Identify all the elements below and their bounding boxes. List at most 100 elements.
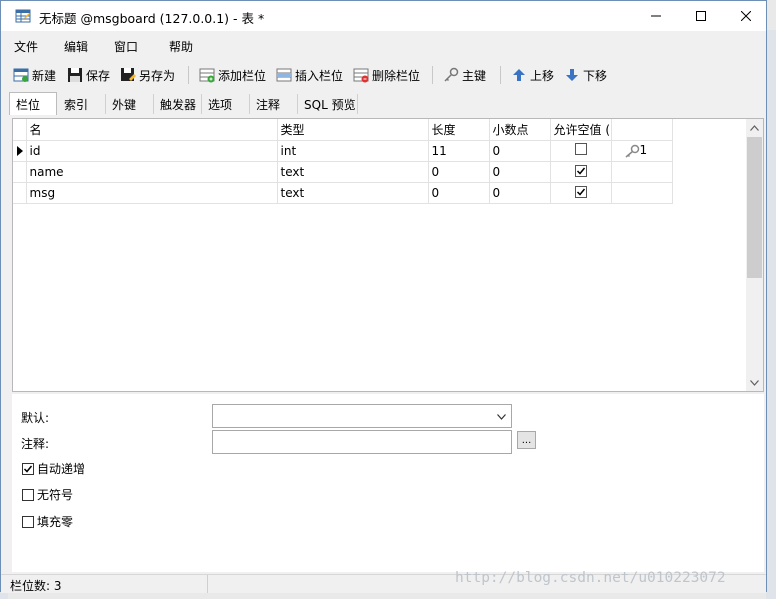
zerofill-checkbox[interactable] bbox=[22, 515, 34, 528]
field-decimals-cell[interactable]: 0 bbox=[489, 161, 551, 183]
checkmark-icon bbox=[23, 465, 33, 473]
unsigned-checkbox[interactable] bbox=[22, 488, 34, 501]
unsigned-label: 无符号 bbox=[37, 488, 74, 502]
menu-window[interactable]: 窗口 bbox=[114, 38, 138, 55]
field-name-cell[interactable]: id bbox=[26, 140, 278, 162]
add-field-label: 添加栏位 bbox=[218, 68, 267, 83]
arrow-down-icon bbox=[566, 69, 578, 81]
comment-browse-button[interactable]: ... bbox=[517, 431, 536, 449]
tab-foreign-keys-label: 外键 bbox=[112, 97, 137, 112]
tab-triggers[interactable]: 触发器 bbox=[154, 94, 202, 114]
scroll-down-icon[interactable] bbox=[746, 374, 763, 391]
field-length-cell[interactable]: 11 bbox=[428, 140, 490, 162]
unsigned-option[interactable]: 无符号 bbox=[22, 486, 73, 503]
move-up-label: 上移 bbox=[530, 68, 555, 83]
table-row[interactable]: name text 0 0 bbox=[13, 161, 673, 183]
field-decimals-cell[interactable]: 0 bbox=[489, 140, 551, 162]
field-type-cell[interactable]: text bbox=[277, 182, 429, 204]
tab-foreign-keys[interactable]: 外键 bbox=[106, 94, 154, 114]
field-name-cell[interactable]: name bbox=[26, 161, 278, 183]
field-nullable-cell[interactable] bbox=[550, 140, 612, 162]
column-header-decimals[interactable]: 小数点 bbox=[489, 119, 551, 141]
tab-fields[interactable]: 栏位 bbox=[9, 92, 57, 115]
comment-input[interactable] bbox=[212, 430, 512, 454]
save-as-icon bbox=[121, 68, 136, 81]
field-key-cell[interactable] bbox=[611, 182, 673, 204]
tab-sql-preview[interactable]: SQL 预览 bbox=[298, 94, 358, 114]
primary-key-button[interactable]: 主键 bbox=[443, 65, 486, 85]
minimize-button[interactable] bbox=[633, 1, 679, 31]
column-header-name[interactable]: 名 bbox=[26, 119, 278, 141]
auto-increment-label: 自动递增 bbox=[37, 462, 86, 476]
field-type-cell[interactable]: text bbox=[277, 161, 429, 183]
checkmark-icon bbox=[576, 188, 585, 196]
auto-increment-option[interactable]: 自动递增 bbox=[22, 460, 85, 477]
toolbar-separator bbox=[500, 66, 501, 84]
row-indicator bbox=[13, 161, 27, 183]
watermark-text: http://blog.csdn.net/u010223072 bbox=[455, 570, 726, 586]
tab-sql-preview-label: SQL 预览 bbox=[304, 97, 356, 112]
status-cell bbox=[1, 575, 208, 593]
delete-field-button[interactable]: 删除栏位 bbox=[353, 65, 420, 85]
toolbar-separator bbox=[188, 66, 189, 84]
column-header-type[interactable]: 类型 bbox=[277, 119, 429, 141]
column-header-nullable[interactable]: 允许空值 ( bbox=[550, 119, 612, 141]
window-title: 无标题 @msgboard (127.0.0.1) - 表 * bbox=[39, 11, 265, 26]
designer-tabs: 栏位 索引 外键 触发器 选项 注释 SQL 预览 bbox=[9, 92, 759, 115]
field-nullable-cell[interactable] bbox=[550, 182, 612, 204]
zerofill-option[interactable]: 填充零 bbox=[22, 513, 73, 530]
save-as-button[interactable]: 另存为 bbox=[120, 65, 175, 85]
tab-fields-label: 栏位 bbox=[16, 97, 41, 112]
field-key-cell[interactable]: 1 bbox=[611, 140, 673, 162]
add-field-button[interactable]: 添加栏位 bbox=[199, 65, 266, 85]
menu-help[interactable]: 帮助 bbox=[169, 38, 193, 55]
move-up-button[interactable]: 上移 bbox=[511, 65, 554, 85]
menu-file[interactable]: 文件 bbox=[14, 38, 38, 55]
delete-field-icon bbox=[353, 68, 369, 83]
primary-key-label: 主键 bbox=[462, 68, 487, 83]
field-decimals-cell[interactable]: 0 bbox=[489, 182, 551, 204]
browse-label: ... bbox=[521, 434, 532, 446]
field-name-cell[interactable]: msg bbox=[26, 182, 278, 204]
column-header-key[interactable] bbox=[611, 119, 673, 141]
field-length-cell[interactable]: 0 bbox=[428, 161, 490, 183]
background-window-right bbox=[766, 30, 776, 599]
field-type-cell[interactable]: int bbox=[277, 140, 429, 162]
add-field-icon bbox=[199, 68, 215, 83]
arrow-up-icon bbox=[513, 69, 525, 81]
toolbar-separator bbox=[432, 66, 433, 84]
chevron-down-icon bbox=[497, 414, 506, 420]
allow-null-checkbox[interactable] bbox=[574, 185, 587, 198]
menu-edit[interactable]: 编辑 bbox=[64, 38, 88, 55]
auto-increment-checkbox[interactable] bbox=[22, 462, 34, 475]
default-value-select[interactable] bbox=[212, 404, 512, 428]
tab-comment[interactable]: 注释 bbox=[250, 94, 298, 114]
table-row[interactable]: msg text 0 0 bbox=[13, 182, 673, 204]
insert-field-label: 插入栏位 bbox=[295, 68, 344, 83]
delete-field-label: 删除栏位 bbox=[372, 68, 421, 83]
allow-null-checkbox[interactable] bbox=[574, 164, 587, 177]
grid-vertical-scrollbar[interactable] bbox=[746, 119, 763, 391]
tab-options[interactable]: 选项 bbox=[202, 94, 250, 114]
maximize-button[interactable] bbox=[678, 1, 724, 31]
tab-indexes[interactable]: 索引 bbox=[58, 94, 106, 114]
field-key-cell[interactable] bbox=[611, 161, 673, 183]
scrollbar-thumb[interactable] bbox=[747, 137, 762, 278]
maximize-icon bbox=[696, 11, 706, 21]
close-button[interactable] bbox=[723, 1, 769, 31]
column-header-length[interactable]: 长度 bbox=[428, 119, 490, 141]
current-row-icon bbox=[16, 145, 23, 156]
save-button[interactable]: 保存 bbox=[67, 65, 110, 85]
tab-triggers-label: 触发器 bbox=[160, 97, 197, 112]
field-length-cell[interactable]: 0 bbox=[428, 182, 490, 204]
comment-label: 注释: bbox=[21, 437, 50, 451]
new-button[interactable]: 新建 bbox=[13, 65, 56, 85]
insert-field-button[interactable]: 插入栏位 bbox=[276, 65, 343, 85]
scroll-up-icon[interactable] bbox=[746, 119, 763, 136]
field-nullable-cell[interactable] bbox=[550, 161, 612, 183]
table-row[interactable]: id int 11 0 1 bbox=[13, 140, 673, 162]
table-app-icon bbox=[15, 9, 31, 23]
row-indicator-header bbox=[13, 119, 27, 141]
move-down-button[interactable]: 下移 bbox=[564, 65, 607, 85]
allow-null-checkbox[interactable] bbox=[574, 143, 587, 155]
